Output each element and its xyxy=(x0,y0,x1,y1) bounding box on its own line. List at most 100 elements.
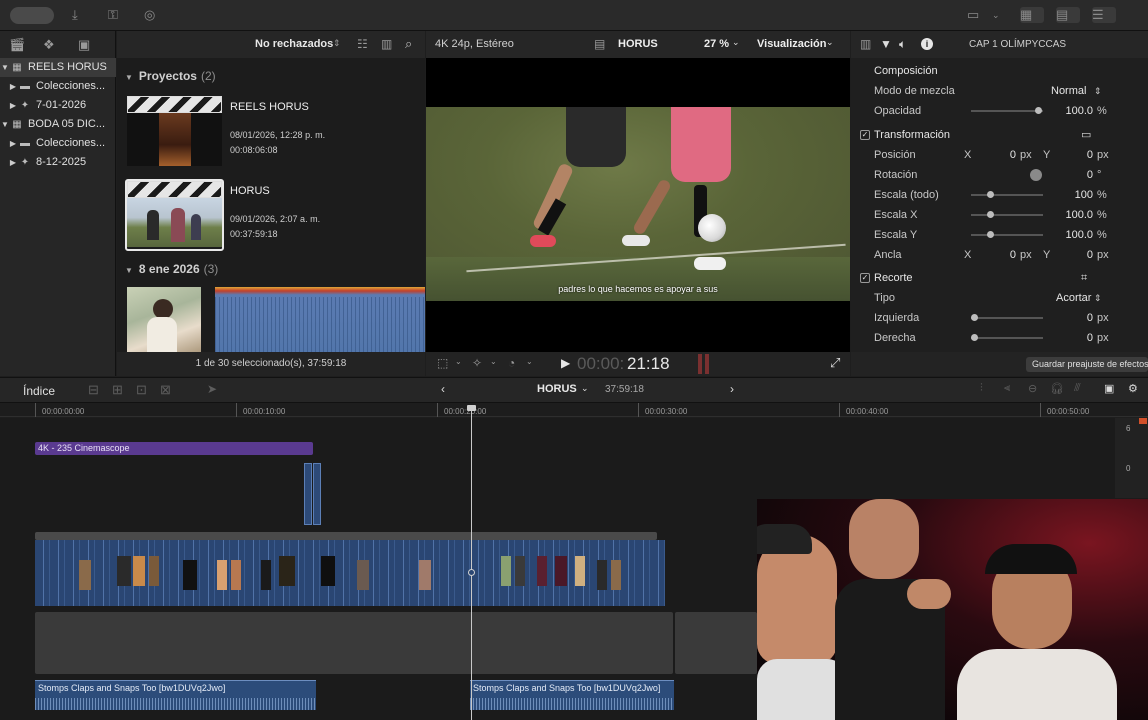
timeline-settings-icon[interactable]: ⚙ xyxy=(1128,382,1138,395)
disclosure-closed-icon[interactable]: ▶ xyxy=(8,134,18,153)
library-item-colecciones[interactable]: ▶ ▬ Colecciones... xyxy=(0,134,116,153)
opacity-slider[interactable] xyxy=(971,107,1043,114)
disclosure-open-icon[interactable]: ▼ xyxy=(0,115,10,134)
playhead-handle[interactable] xyxy=(467,405,476,411)
index-button[interactable]: Índice xyxy=(23,384,55,398)
timeline-ruler[interactable]: 00:00:00:00 00:00:10:00 00:00:20:00 00:0… xyxy=(0,403,1148,417)
check-circle-icon[interactable]: ◎ xyxy=(144,7,162,23)
chevron-down-icon[interactable]: ⌄ xyxy=(490,357,497,366)
section-header-event-date[interactable]: ▼ 8 ene 2026 (3) xyxy=(125,262,218,276)
anchor-y-value[interactable]: 0 xyxy=(1073,245,1093,265)
chevron-down-icon[interactable]: ⌄ xyxy=(826,37,834,48)
filter-popup[interactable]: No rechazados xyxy=(255,38,333,50)
gap-clip[interactable] xyxy=(675,612,757,674)
chevron-down-icon[interactable]: ⌄ xyxy=(992,7,1010,23)
crop-control-icon[interactable]: ⌗ xyxy=(1081,268,1087,288)
chevron-down-icon[interactable]: ⌄ xyxy=(455,357,462,366)
library-item-event[interactable]: ▶ ✦ 8-12-2025 xyxy=(0,153,116,172)
anchor-x-value[interactable]: 0 xyxy=(996,245,1016,265)
chevron-down-icon[interactable]: ⌄ xyxy=(581,383,589,394)
list-view-icon[interactable]: ☷ xyxy=(357,37,368,51)
crop-left-slider[interactable] xyxy=(971,314,1043,321)
library-item-reels-horus[interactable]: ▼ ▦ REELS HORUS xyxy=(0,58,116,77)
append-clip-icon[interactable]: ⊡ xyxy=(136,382,147,398)
clapper-icon[interactable]: 🎬︎ xyxy=(9,37,26,53)
solo-icon[interactable]: ⊖ xyxy=(1028,382,1037,395)
connected-clip[interactable] xyxy=(313,463,321,525)
magic-wand-icon[interactable]: ✧ xyxy=(472,356,482,370)
crop-checkbox[interactable]: ✓ xyxy=(860,273,870,283)
fullscreen-icon[interactable]: ⤢ xyxy=(830,355,840,371)
connected-clip[interactable] xyxy=(304,463,312,525)
crop-right-value[interactable]: 0 xyxy=(1073,328,1093,348)
section-header-projects[interactable]: ▼ Proyectos (2) xyxy=(125,69,216,83)
opacity-value[interactable]: 100.0 xyxy=(1056,101,1093,121)
info-icon[interactable]: i xyxy=(921,38,933,50)
playhead[interactable] xyxy=(467,405,476,720)
disclosure-closed-icon[interactable]: ▶ xyxy=(8,77,18,96)
position-y-value[interactable]: 0 xyxy=(1073,145,1093,165)
window-icon[interactable]: ▭ xyxy=(967,7,985,23)
project-item[interactable]: HORUS 09/01/2026, 2:07 a. m. 00:37:59:18 xyxy=(125,179,415,251)
sliders-icon[interactable]: ☰ xyxy=(1092,7,1116,23)
primary-storyline[interactable] xyxy=(35,540,665,606)
search-icon[interactable]: ⌕ xyxy=(405,36,412,52)
insert-clip-icon[interactable]: ⊞ xyxy=(112,382,123,398)
clip-appearance-icon[interactable]: ▣ xyxy=(1104,382,1114,395)
audio-clip-thumbnail[interactable] xyxy=(215,287,425,352)
library-item-boda[interactable]: ▼ ▦ BODA 05 DIC... xyxy=(0,115,116,134)
position-x-value[interactable]: 0 xyxy=(996,145,1016,165)
photos-icon[interactable]: ❖ xyxy=(43,37,55,53)
scale-y-value[interactable]: 100.0 xyxy=(1056,225,1093,245)
title-clip[interactable]: 4K - 235 Cinemascope xyxy=(35,442,313,455)
scale-y-slider[interactable] xyxy=(971,231,1043,238)
scale-all-slider[interactable] xyxy=(971,191,1043,198)
onscreen-control-icon[interactable]: ▭ xyxy=(1081,125,1091,145)
filmstrip-icon[interactable]: ▥ xyxy=(381,37,392,51)
speaker-icon[interactable]: 🔈︎ xyxy=(899,37,906,52)
disclosure-closed-icon[interactable]: ▶ xyxy=(8,153,18,172)
updown-chevron-icon[interactable]: ⇕ xyxy=(1094,288,1102,308)
timeline-project-name[interactable]: HORUS xyxy=(537,383,577,395)
filter-icon[interactable]: ▼ xyxy=(880,37,892,51)
speed-icon[interactable]: ◔ xyxy=(508,356,515,370)
scale-all-value[interactable]: 100 xyxy=(1056,185,1093,205)
chevron-down-icon[interactable]: ⌄ xyxy=(732,37,740,48)
scale-x-value[interactable]: 100.0 xyxy=(1056,205,1093,225)
updown-chevron-icon[interactable]: ⇕ xyxy=(1094,81,1102,101)
crop-right-slider[interactable] xyxy=(971,334,1043,341)
back-arrow-icon[interactable]: ‹ xyxy=(441,382,445,396)
transform-checkbox[interactable]: ✓ xyxy=(860,130,870,140)
import-button[interactable] xyxy=(10,7,54,24)
overwrite-clip-icon[interactable]: ⊠ xyxy=(160,382,171,398)
library-item-event[interactable]: ▶ ✦ 7-01-2026 xyxy=(0,96,116,115)
audio-clip[interactable]: Stomps Claps and Snaps Too [bw1DUVq2Jwo] xyxy=(470,680,674,710)
project-item[interactable]: REELS HORUS 08/01/2026, 12:28 p. m. 00:0… xyxy=(125,96,415,168)
chevron-down-icon[interactable]: ⌄ xyxy=(526,357,533,366)
zoom-popup[interactable]: 27 % xyxy=(704,38,729,50)
pointer-tool-icon[interactable]: ➤ xyxy=(207,382,217,396)
rotation-value[interactable]: 0 xyxy=(1073,165,1093,185)
play-icon[interactable]: ▶ xyxy=(561,356,570,370)
rotation-dial[interactable] xyxy=(1030,169,1042,181)
timecode-display[interactable]: 21:18 xyxy=(627,354,670,374)
gap-clip[interactable] xyxy=(35,612,673,674)
titles-icon[interactable]: ▣ xyxy=(78,37,90,53)
updown-chevron-icon[interactable]: ⇕ xyxy=(333,38,341,49)
key-icon[interactable]: ⚿ xyxy=(108,7,126,23)
list-icon[interactable]: ▤ xyxy=(1056,7,1080,23)
crop-left-value[interactable]: 0 xyxy=(1073,308,1093,328)
library-item-colecciones[interactable]: ▶ ▬ Colecciones... xyxy=(0,77,116,96)
audio-skimming-icon[interactable]: ⫷ xyxy=(1004,382,1010,395)
audio-clip[interactable]: Stomps Claps and Snaps Too [bw1DUVq2Jwo] xyxy=(35,680,316,710)
disclosure-closed-icon[interactable]: ▶ xyxy=(8,96,18,115)
view-menu[interactable]: Visualización xyxy=(757,38,827,50)
snapping-icon[interactable]: ⫻ xyxy=(1074,382,1081,395)
scale-x-slider[interactable] xyxy=(971,211,1043,218)
forward-arrow-icon[interactable]: › xyxy=(730,382,734,396)
headphones-icon[interactable]: 🎧︎ xyxy=(1050,382,1064,395)
video-inspector-icon[interactable]: ▥ xyxy=(860,37,871,51)
transform-tool-icon[interactable]: ⬚ xyxy=(437,356,448,370)
clip-thumbnail[interactable] xyxy=(127,287,201,352)
skimming-icon[interactable]: ⫶ xyxy=(980,382,983,395)
